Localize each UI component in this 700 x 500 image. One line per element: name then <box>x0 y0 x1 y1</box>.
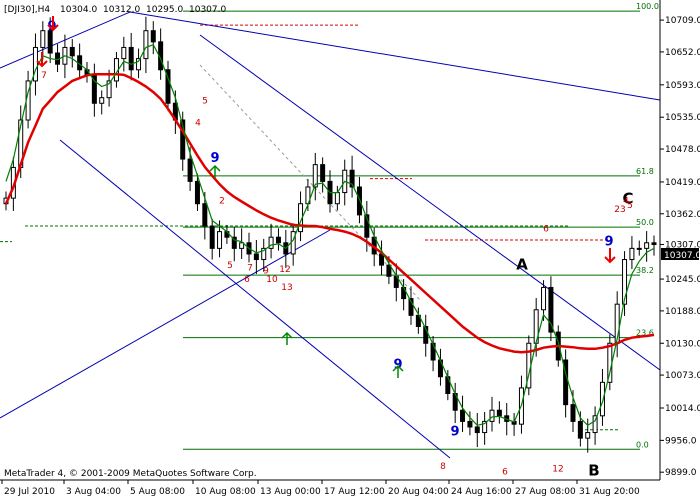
candle-body <box>150 30 156 43</box>
ohlc-low: 10295.0 <box>146 5 183 15</box>
candle-body <box>644 242 650 249</box>
candle-body <box>496 409 502 417</box>
count-label: 4 <box>195 119 201 129</box>
count-label: 5 <box>227 261 233 271</box>
time-tick-label: 17 Aug 12:00 <box>324 487 385 497</box>
candle-body <box>194 180 200 205</box>
candle-body <box>474 426 480 434</box>
candle-body <box>187 158 193 182</box>
price-tick-label: 9899.0 <box>665 468 697 478</box>
count-label: 13 <box>281 283 292 293</box>
footer-copyright: MetaTrader 4, © 2001-2009 MetaQuotes Sof… <box>4 469 257 479</box>
candle-body <box>320 164 326 182</box>
time-tick-label: 10 Aug 08:00 <box>195 487 256 497</box>
price-tick-label: 10130.0 <box>665 339 700 349</box>
count-label: 2 <box>219 197 225 207</box>
count-label: 8 <box>440 462 446 472</box>
candle-body <box>599 381 605 417</box>
candle-body <box>69 46 75 57</box>
price-tick-label: 10419.0 <box>665 178 700 188</box>
candle-body <box>651 242 657 245</box>
price-tick-label: 10478.0 <box>665 145 700 155</box>
candle-body <box>467 420 473 428</box>
price-tick-label: 10014.0 <box>665 404 700 414</box>
ohlc-open: 10304.0 <box>60 5 97 15</box>
candle-body <box>577 420 583 439</box>
fib-level-label: 38.2 <box>636 266 654 275</box>
candle-body <box>636 247 642 250</box>
count-label: 12 <box>552 465 563 475</box>
time-tick-label: 27 Aug 08:00 <box>515 487 576 497</box>
fib-level-label: 100.0 <box>636 2 659 11</box>
count-label: 5 <box>202 96 208 106</box>
fib-level-label: 0.0 <box>636 440 649 449</box>
count-label: 10 <box>266 275 278 285</box>
time-tick-label: 13 Aug 00:00 <box>260 487 321 497</box>
candle-body <box>548 286 554 333</box>
candle-body <box>570 404 576 422</box>
candle-body <box>585 432 591 439</box>
setup-nine-label: 9 <box>450 424 459 439</box>
price-tick-label: 10188.0 <box>665 307 700 317</box>
setup-nine-label: 9 <box>210 151 219 166</box>
candle-body <box>275 236 281 244</box>
current-price-label: 10307.0 <box>664 251 700 261</box>
candle-body <box>143 30 149 60</box>
count-label: 5 <box>627 201 633 211</box>
candle-body <box>253 253 259 261</box>
price-tick-label: 10535.0 <box>665 113 700 123</box>
ohlc-high: 10312.0 <box>103 5 140 15</box>
count-label: 6 <box>502 467 508 477</box>
candle-body <box>209 225 215 249</box>
fib-level-label: 50.0 <box>636 218 654 227</box>
price-tick-label: 10709.0 <box>665 16 700 26</box>
candle-body <box>356 186 362 216</box>
price-tick-label: 10245.0 <box>665 275 700 285</box>
time-tick-label: 5 Aug 08:00 <box>130 487 185 497</box>
candle-body <box>202 203 208 227</box>
time-tick-label: 20 Aug 04:00 <box>388 487 449 497</box>
candle-body <box>541 286 547 311</box>
count-label: 6 <box>244 275 250 285</box>
price-tick-label: 10073.0 <box>665 371 700 381</box>
candle-body <box>629 247 635 261</box>
time-tick-label: 31 Aug 20:00 <box>579 487 640 497</box>
candle-body <box>460 409 466 422</box>
candle-body <box>334 192 340 205</box>
time-tick-label: 24 Aug 16:00 <box>451 487 512 497</box>
count-label: 7 <box>247 264 253 274</box>
price-tick-label: 10593.0 <box>665 81 700 91</box>
candle-body <box>121 46 127 60</box>
price-tick-label: 10362.0 <box>665 210 700 220</box>
chart-root: 100.061.850.038.223.60.0 ABC999991375457… <box>0 0 700 500</box>
candle-body <box>40 30 46 48</box>
count-label: 6 <box>543 225 549 235</box>
candle-body <box>217 231 223 249</box>
setup-nine-label: 9 <box>604 235 613 250</box>
candle-body <box>489 409 495 422</box>
chart-title: [DJI30],H4 <box>4 5 50 15</box>
time-tick-label: 3 Aug 04:00 <box>66 487 121 497</box>
candle-body <box>99 97 105 104</box>
wave-label-b: B <box>588 462 599 480</box>
count-label: 7 <box>41 71 47 81</box>
price-chart[interactable]: 100.061.850.038.223.60.0 ABC999991375457… <box>0 0 700 500</box>
price-axis-ticks[interactable]: 10709.0 10652.0 10593.0 10535.0 10478.0 10419… <box>660 16 700 478</box>
fib-level-label: 61.8 <box>636 167 654 176</box>
time-tick-label: 29 Jul 2010 <box>4 487 55 497</box>
price-tick-label: 9956.0 <box>665 436 697 446</box>
ohlc-close: 10307.0 <box>189 5 226 15</box>
price-tick-label: 10652.0 <box>665 48 700 58</box>
wave-label-a: A <box>516 256 528 274</box>
candle-body <box>128 46 134 71</box>
count-label: 12 <box>279 265 290 275</box>
